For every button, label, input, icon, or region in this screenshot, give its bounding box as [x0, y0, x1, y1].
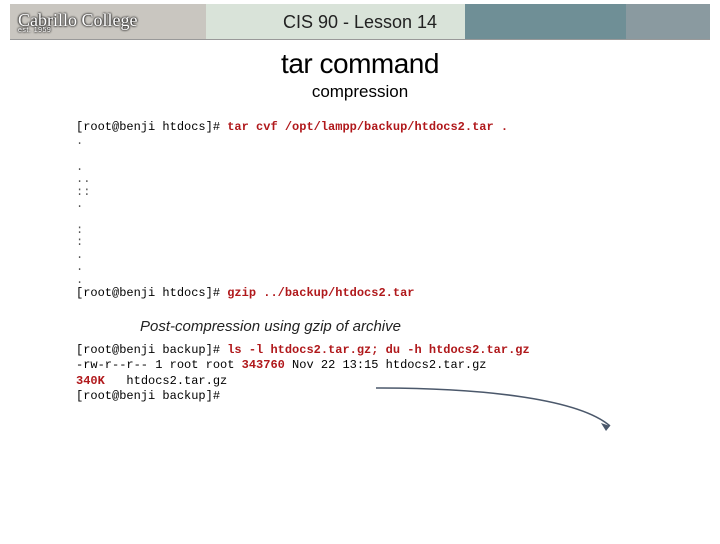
prompt: [root@benji backup]#	[76, 343, 227, 357]
file-size-bytes: 343760	[242, 358, 285, 372]
output-ellipsis: . ...::. : :...	[0, 135, 720, 286]
ellipsis-line	[76, 148, 720, 161]
prompt: [root@benji htdocs]#	[76, 120, 227, 134]
prompt: [root@benji htdocs]#	[76, 286, 227, 300]
prompt: [root@benji backup]#	[76, 389, 220, 403]
page-subtitle: compression	[0, 82, 720, 102]
file-size-human: 340K	[76, 374, 105, 388]
ellipsis-line: .	[76, 135, 720, 148]
page-title: tar command	[0, 48, 720, 80]
ellipsis-line: ..	[76, 173, 720, 186]
ellipsis-line: .	[76, 161, 720, 174]
ellipsis-line: .	[76, 261, 720, 274]
gzip-command: gzip ../backup/htdocs2.tar	[227, 286, 414, 300]
caption-text: Post-compression using gzip of archive	[140, 318, 720, 335]
ls-output-prefix: -rw-r--r-- 1 root root	[76, 358, 242, 372]
ls-output-suffix: Nov 22 13:15 htdocs2.tar.gz	[285, 358, 487, 372]
ellipsis-line	[76, 211, 720, 224]
ls-du-command: ls -l htdocs2.tar.gz; du -h htdocs2.tar.…	[227, 343, 529, 357]
ellipsis-line: .	[76, 198, 720, 211]
tar-command: tar cvf /opt/lampp/backup/htdocs2.tar .	[227, 120, 508, 134]
ellipsis-line: :	[76, 224, 720, 237]
header-banner: Cabrillo College est. 1959 CIS 90 - Less…	[10, 4, 710, 40]
terminal-line-tar: [root@benji htdocs]# tar cvf /opt/lampp/…	[76, 120, 720, 135]
du-output-suffix: htdocs2.tar.gz	[105, 374, 227, 388]
ellipsis-line: ::	[76, 186, 720, 199]
ellipsis-line: .	[76, 274, 720, 287]
terminal-result: [root@benji backup]# ls -l htdocs2.tar.g…	[76, 343, 720, 404]
lesson-title: CIS 90 - Lesson 14	[10, 12, 710, 33]
ellipsis-line: .	[76, 249, 720, 262]
ellipsis-line: :	[76, 236, 720, 249]
terminal-line-gzip: [root@benji htdocs]# gzip ../backup/htdo…	[76, 286, 720, 301]
